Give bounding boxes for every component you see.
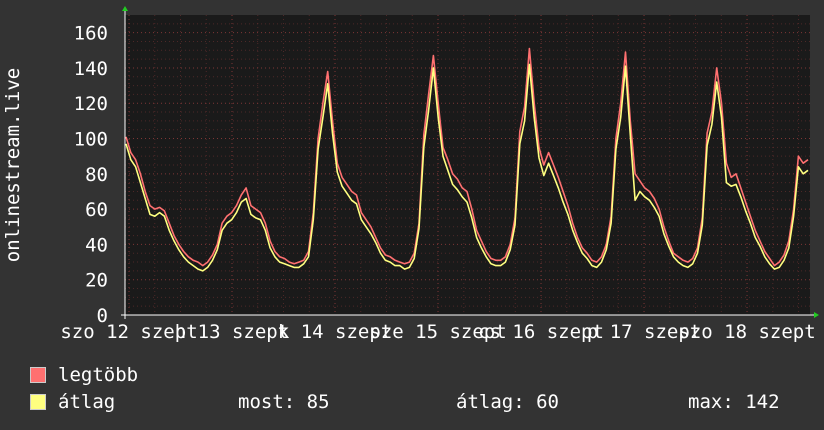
stat-average: átlag: 60	[456, 391, 559, 413]
y-tick-label: 40	[85, 234, 108, 256]
y-tick-label: 120	[74, 93, 108, 115]
y-tick-label: 60	[85, 199, 108, 221]
legend-label-avg: átlag	[58, 391, 116, 413]
plot-area	[125, 15, 810, 315]
y-tick-label: 160	[74, 23, 108, 45]
y-tick-label: 100	[74, 129, 108, 151]
legend-label-max: legtöbb	[58, 364, 139, 386]
x-axis-arrow-icon	[814, 312, 819, 318]
y-tick-label: 140	[74, 58, 108, 80]
legend-item-avg: átlag most: 85 átlag: 60 max: 142	[30, 389, 810, 416]
x-axis-ticks: szo 12 szepth 13 szeptk 14 szeptsze 15 s…	[60, 321, 815, 343]
legend: legtöbb átlag most: 85 átlag: 60 max: 14…	[30, 362, 810, 416]
y-tick-label: 20	[85, 270, 108, 292]
y-tick-label: 80	[85, 164, 108, 186]
y-axis-arrow-icon	[122, 6, 128, 11]
x-tick-label: cs 16 szept	[478, 321, 604, 343]
legend-swatch-avg	[30, 394, 46, 410]
y-axis-label: onlinestream.live	[2, 68, 24, 262]
y-axis-ticks: 020406080100120140160	[74, 23, 108, 327]
x-tick-label: szo 18 szept	[678, 321, 815, 343]
legend-swatch-max	[30, 367, 46, 383]
stat-max: max: 142	[688, 391, 780, 413]
stat-current: most: 85	[238, 391, 330, 413]
x-tick-label: h 13 szept	[175, 321, 289, 343]
legend-item-max: legtöbb	[30, 362, 810, 389]
